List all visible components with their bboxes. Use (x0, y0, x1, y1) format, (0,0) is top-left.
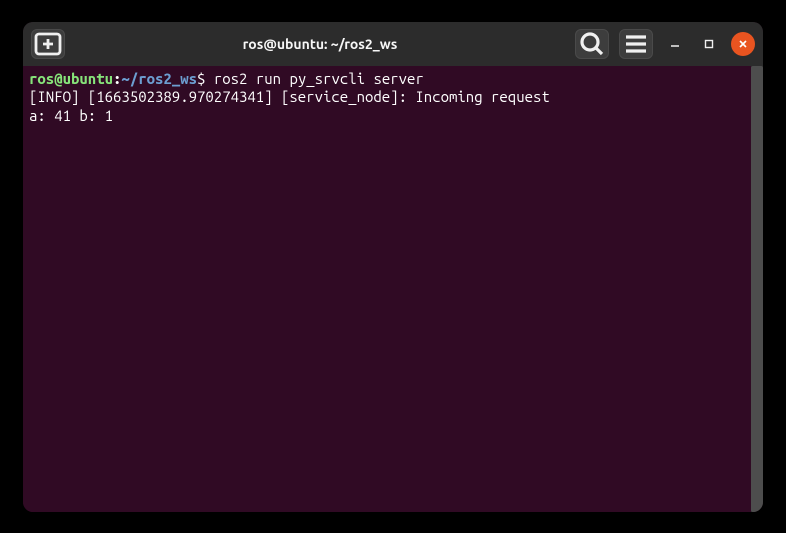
new-tab-button[interactable] (31, 29, 65, 59)
output-line-2: a: 41 b: 1 (29, 107, 113, 124)
minimize-button[interactable] (663, 32, 687, 56)
menu-button[interactable] (619, 29, 653, 59)
titlebar-left (31, 29, 65, 59)
minimize-icon (669, 38, 681, 50)
prompt-symbol: $ (197, 70, 205, 87)
close-icon (737, 38, 749, 50)
command-text: ros2 run py_srvcli server (214, 70, 424, 87)
terminal-window: ros@ubuntu: ~/ros2_ws (23, 22, 763, 512)
prompt-user-host: ros@ubuntu (29, 70, 113, 87)
maximize-icon (703, 38, 715, 50)
window-title: ros@ubuntu: ~/ros2_ws (71, 36, 569, 52)
search-button[interactable] (575, 29, 609, 59)
terminal-body[interactable]: ros@ubuntu:~/ros2_ws$ ros2 run py_srvcli… (23, 66, 763, 512)
titlebar-right (575, 29, 755, 59)
scrollbar-thumb[interactable] (751, 66, 763, 512)
close-button[interactable] (731, 32, 755, 56)
scrollbar[interactable] (751, 66, 763, 512)
terminal-content: ros@ubuntu:~/ros2_ws$ ros2 run py_srvcli… (29, 70, 757, 126)
new-tab-icon (32, 28, 64, 60)
output-line-1: [INFO] [1663502389.970274341] [service_n… (29, 88, 550, 105)
prompt-path: ~/ros2_ws (121, 70, 197, 87)
maximize-button[interactable] (697, 32, 721, 56)
search-icon (576, 28, 608, 60)
titlebar: ros@ubuntu: ~/ros2_ws (23, 22, 763, 66)
hamburger-icon (620, 28, 652, 60)
